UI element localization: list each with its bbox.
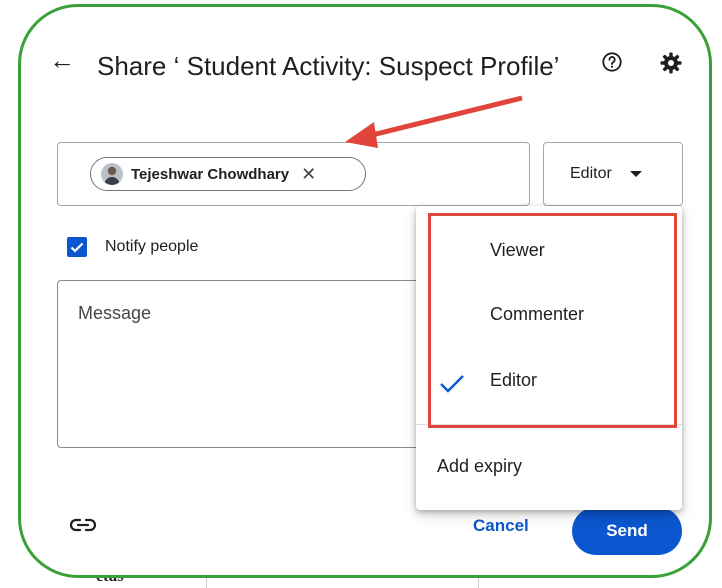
notify-checkbox[interactable] — [67, 237, 87, 257]
back-arrow-icon[interactable]: ← — [49, 47, 75, 73]
role-dropdown[interactable]: Editor — [543, 142, 683, 206]
recipient-chip[interactable]: Tejeshwar Chowdhary ✕ — [90, 157, 366, 191]
notify-checkbox-row[interactable]: Notify people — [67, 237, 198, 257]
close-icon[interactable]: ✕ — [301, 164, 316, 185]
message-placeholder: Message — [78, 303, 152, 323]
dialog-title: Share ‘ Student Activity: Suspect Profil… — [97, 51, 560, 81]
annotation-highlight-box — [428, 213, 677, 428]
recipient-name: Tejeshwar Chowdhary — [131, 165, 290, 183]
dropdown-caret-icon — [629, 171, 642, 177]
cancel-button[interactable]: Cancel — [473, 516, 529, 536]
checkbox-check-icon — [70, 242, 84, 253]
notify-label: Notify people — [105, 238, 199, 255]
send-button[interactable]: Send — [572, 507, 682, 555]
link-icon[interactable] — [69, 517, 97, 533]
add-expiry-option[interactable]: Add expiry — [437, 456, 522, 477]
avatar — [101, 163, 123, 185]
people-input[interactable]: Tejeshwar Chowdhary ✕ — [57, 142, 530, 206]
help-icon[interactable] — [601, 51, 623, 73]
settings-gear-icon[interactable] — [659, 51, 683, 75]
role-label: Editor — [570, 165, 612, 182]
